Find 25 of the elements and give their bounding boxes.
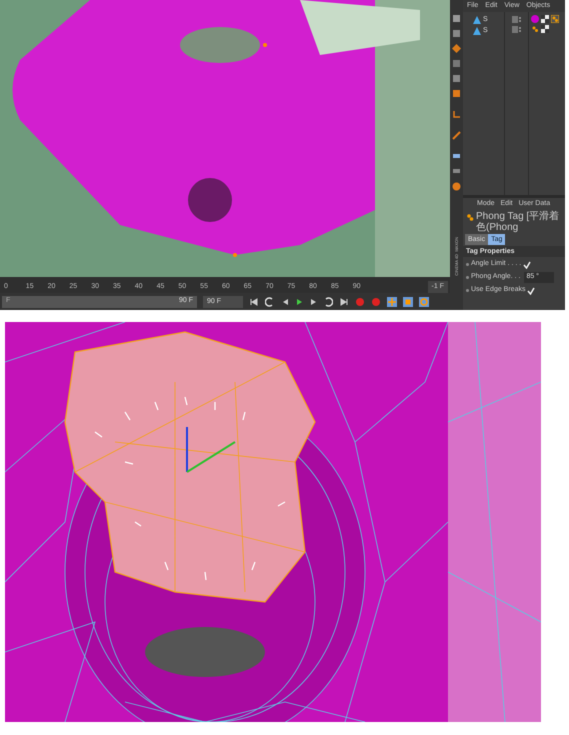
- bullet-icon: [466, 276, 469, 279]
- checker-tag-icon[interactable]: [541, 25, 549, 33]
- checkbox[interactable]: [527, 286, 536, 294]
- phong-tag-icon: [466, 213, 474, 221]
- phong-tag-icon[interactable]: [531, 25, 539, 33]
- loop-icon[interactable]: [265, 296, 275, 306]
- diamond-icon[interactable]: [452, 44, 461, 53]
- checkbox[interactable]: [523, 260, 532, 268]
- axis-icon[interactable]: [452, 110, 461, 119]
- logo-icon: [452, 182, 461, 191]
- skip-end-icon[interactable]: [339, 296, 349, 306]
- bullet-icon: [466, 263, 469, 266]
- play-icon[interactable]: [295, 296, 303, 306]
- scale-icon[interactable]: [403, 296, 413, 306]
- tag-title: Phong Tag [平滑着色(Phong: [476, 211, 560, 233]
- step-forward-icon[interactable]: [309, 296, 317, 306]
- step-back-icon[interactable]: [281, 296, 289, 306]
- skip-start-icon[interactable]: [249, 296, 259, 306]
- checker-tag-icon[interactable]: [541, 15, 549, 23]
- rotate-icon[interactable]: [419, 296, 429, 306]
- visibility-icon[interactable]: [512, 26, 522, 33]
- loop-icon[interactable]: [323, 296, 333, 306]
- visibility-icon[interactable]: [512, 16, 522, 23]
- move-icon[interactable]: [387, 296, 397, 306]
- bullet-icon: [466, 289, 469, 292]
